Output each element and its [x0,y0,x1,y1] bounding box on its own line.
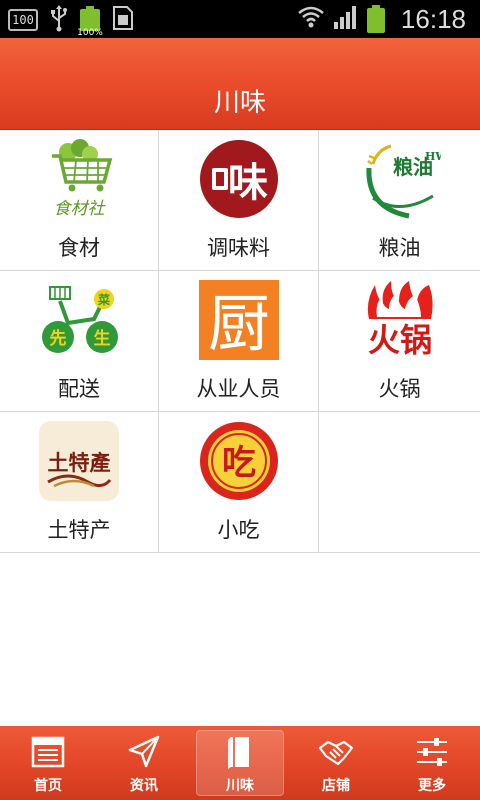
snack-logo-icon: 吃 [198,420,280,502]
category-label: 食材 [58,236,100,260]
sim-card-icon [112,5,134,35]
category-label: 调味料 [207,236,270,260]
category-label: 配送 [58,377,100,401]
nav-label: 资讯 [130,778,158,794]
nav-label: 川味 [226,778,254,794]
battery-full-small-icon: 100% [77,6,103,38]
nav-item-news[interactable]: 资讯 [96,726,192,800]
clock-time: 16:18 [400,3,466,34]
category-label: 小吃 [217,518,260,542]
nav-item-sichuan[interactable]: 川味 [192,726,288,800]
nav-item-shops[interactable]: 店铺 [288,726,384,800]
category-item-delivery[interactable]: 先 生 菜 配送 [0,271,159,412]
logo-text: 食材社 [54,199,107,219]
category-grid: 食材社 食材 味 调味料 粮油 HWP 粮 [0,130,480,553]
handshake-icon [318,734,354,770]
spice-logo-icon: 味 [198,138,280,220]
logo-text-first: 先 [50,328,67,349]
delivery-bike-icon: 先 生 菜 [38,279,120,361]
category-item-seasoning[interactable]: 味 调味料 [159,130,319,271]
battery-icon [366,5,385,33]
title-bar: 川味 [0,38,480,130]
page-title: 川味 [213,88,266,118]
category-label: 火锅 [378,377,421,401]
empty-grid-cell [319,412,480,553]
sliders-icon [414,734,450,770]
local-specialty-icon: 土特產 [38,420,120,502]
logo-text-second: 生 [94,328,111,349]
logo-text: 厨 [207,287,269,360]
notification-100-icon: 100 [8,9,38,31]
battery-percent-label: 100% [77,28,103,38]
nav-label: 更多 [418,778,446,794]
category-label: 土特产 [47,518,111,542]
category-item-staff[interactable]: 厨 从业人员 [159,271,319,412]
logo-text: 吃 [222,443,256,483]
usb-icon [50,4,68,36]
logo-badge: 菜 [97,292,110,307]
bottom-nav: 首页 资讯 川味 店铺 更多 [0,726,480,800]
category-item-local-specialty[interactable]: 土特產 土特产 [0,412,159,553]
category-item-snack[interactable]: 吃 小吃 [159,412,319,553]
nav-label: 店铺 [322,778,350,794]
book-icon [222,734,258,770]
shopping-cart-vegetables-icon: 食材社 [38,138,120,220]
wifi-icon [297,5,325,33]
category-item-ingredients[interactable]: 食材社 食材 [0,130,159,271]
nav-label: 首页 [34,778,62,794]
chef-logo-icon: 厨 [198,279,280,361]
status-bar: 100 100% 16:18 [0,0,480,38]
nav-item-home[interactable]: 首页 [0,726,96,800]
category-item-grain-oil[interactable]: 粮油 HWP 粮油 [319,130,480,271]
logo-subtext: HWP [425,150,441,163]
hotpot-flame-icon: 火锅 [359,279,441,361]
logo-text: 火锅 [367,321,431,359]
newspaper-icon [30,734,66,770]
nav-item-more[interactable]: 更多 [384,726,480,800]
category-item-hotpot[interactable]: 火锅 火锅 [319,271,480,412]
grain-oil-logo-icon: 粮油 HWP [359,138,456,220]
logo-text: 土特產 [48,450,111,475]
signal-bars-icon [333,4,359,34]
category-label: 从业人员 [196,377,281,401]
category-label: 粮油 [378,236,421,260]
paper-plane-icon [126,734,162,770]
logo-text: 味 [228,160,268,206]
